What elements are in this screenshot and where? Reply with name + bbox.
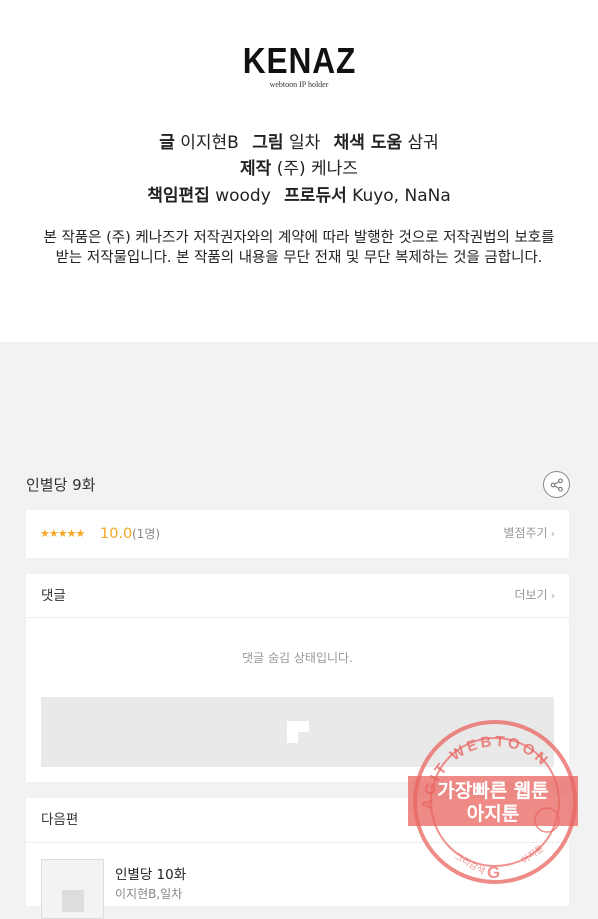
episode-title-row: 인별당 9화 bbox=[26, 470, 572, 500]
color-label: 채색 도움 bbox=[333, 133, 403, 153]
chevron-right-icon: › bbox=[550, 589, 555, 602]
credit-line-staff: 글 이지현B 그림 일차 채색 도움 삼궈 bbox=[0, 131, 598, 155]
comment-header: 댓글 더보기 › bbox=[26, 574, 569, 618]
next-episode-label: 다음편 bbox=[41, 812, 79, 828]
art-label: 그림 bbox=[252, 133, 284, 153]
ad-placeholder bbox=[41, 697, 554, 767]
share-icon bbox=[550, 477, 563, 492]
credit-line-editors: 책임편집 woody 프로듀서 Kuyo, NaNa bbox=[0, 184, 598, 208]
copyright-notice: 본 작품은 (주) 케나즈가 저작권자와의 계약에 따라 발행한 것으로 저작권… bbox=[22, 228, 576, 268]
notice-line-2: 받는 저작물입니다. 본 작품의 내용을 무단 전재 및 무단 복제하는 것을 … bbox=[55, 250, 543, 266]
rating-value: 10.0 bbox=[100, 526, 133, 542]
comment-more-label: 더보기 bbox=[514, 588, 548, 602]
production-name: (주) 케나즈 bbox=[276, 159, 358, 179]
art-name: 일차 bbox=[288, 133, 321, 153]
writer-label: 글 bbox=[159, 133, 175, 153]
rate-button-label: 별점주기 bbox=[503, 526, 548, 540]
publisher-logo: KENAZ webtoon IP holder bbox=[0, 42, 598, 90]
next-episode-thumbnail[interactable] bbox=[41, 859, 104, 919]
next-episode-header: 다음편 bbox=[26, 798, 569, 843]
comment-label: 댓글 bbox=[41, 588, 66, 604]
rating-card: ★★★★★ 10.0 (1명) 별점주기 › bbox=[26, 510, 569, 558]
share-button[interactable] bbox=[543, 471, 570, 498]
writer-name: 이지현B bbox=[180, 133, 239, 153]
logo-wordmark: KENAZ bbox=[242, 40, 356, 81]
credits-section: KENAZ webtoon IP holder 글 이지현B 그림 일차 채색 … bbox=[0, 0, 598, 342]
rate-button[interactable]: 별점주기 › bbox=[503, 523, 555, 544]
editor-name: woody bbox=[215, 186, 271, 206]
next-episode-card: 다음편 인별당 10화 이지현B,일차 bbox=[26, 798, 569, 919]
comment-card: 댓글 더보기 › 댓글 숨김 상태입니다. bbox=[26, 574, 569, 782]
color-name: 삼궈 bbox=[407, 133, 439, 153]
production-label: 제작 bbox=[240, 159, 272, 179]
rating-stars: ★★★★★ bbox=[40, 527, 85, 540]
credit-line-production: 제작 (주) 케나즈 bbox=[0, 157, 598, 181]
next-episode-title[interactable]: 인별당 10화 bbox=[115, 866, 186, 884]
producer-label: 프로듀서 bbox=[284, 186, 347, 206]
episode-title: 인별당 9화 bbox=[26, 476, 96, 494]
notice-line-1: 본 작품은 (주) 케나즈가 저작권자와의 계약에 따라 발행한 것으로 저작권… bbox=[43, 230, 555, 246]
producer-name: Kuyo, NaNa bbox=[352, 186, 451, 206]
rating-count: (1명) bbox=[132, 527, 161, 541]
image-placeholder-icon bbox=[286, 721, 309, 743]
comment-more-link[interactable]: 더보기 › bbox=[514, 585, 555, 606]
chevron-right-icon: › bbox=[550, 527, 555, 540]
next-episode-author: 이지현B,일차 bbox=[115, 887, 183, 901]
thumbnail-placeholder-icon bbox=[62, 890, 84, 912]
logo-tagline: webtoon IP holder bbox=[269, 80, 329, 89]
editor-label: 책임편집 bbox=[147, 186, 210, 206]
comments-hidden-message: 댓글 숨김 상태입니다. bbox=[242, 651, 353, 665]
